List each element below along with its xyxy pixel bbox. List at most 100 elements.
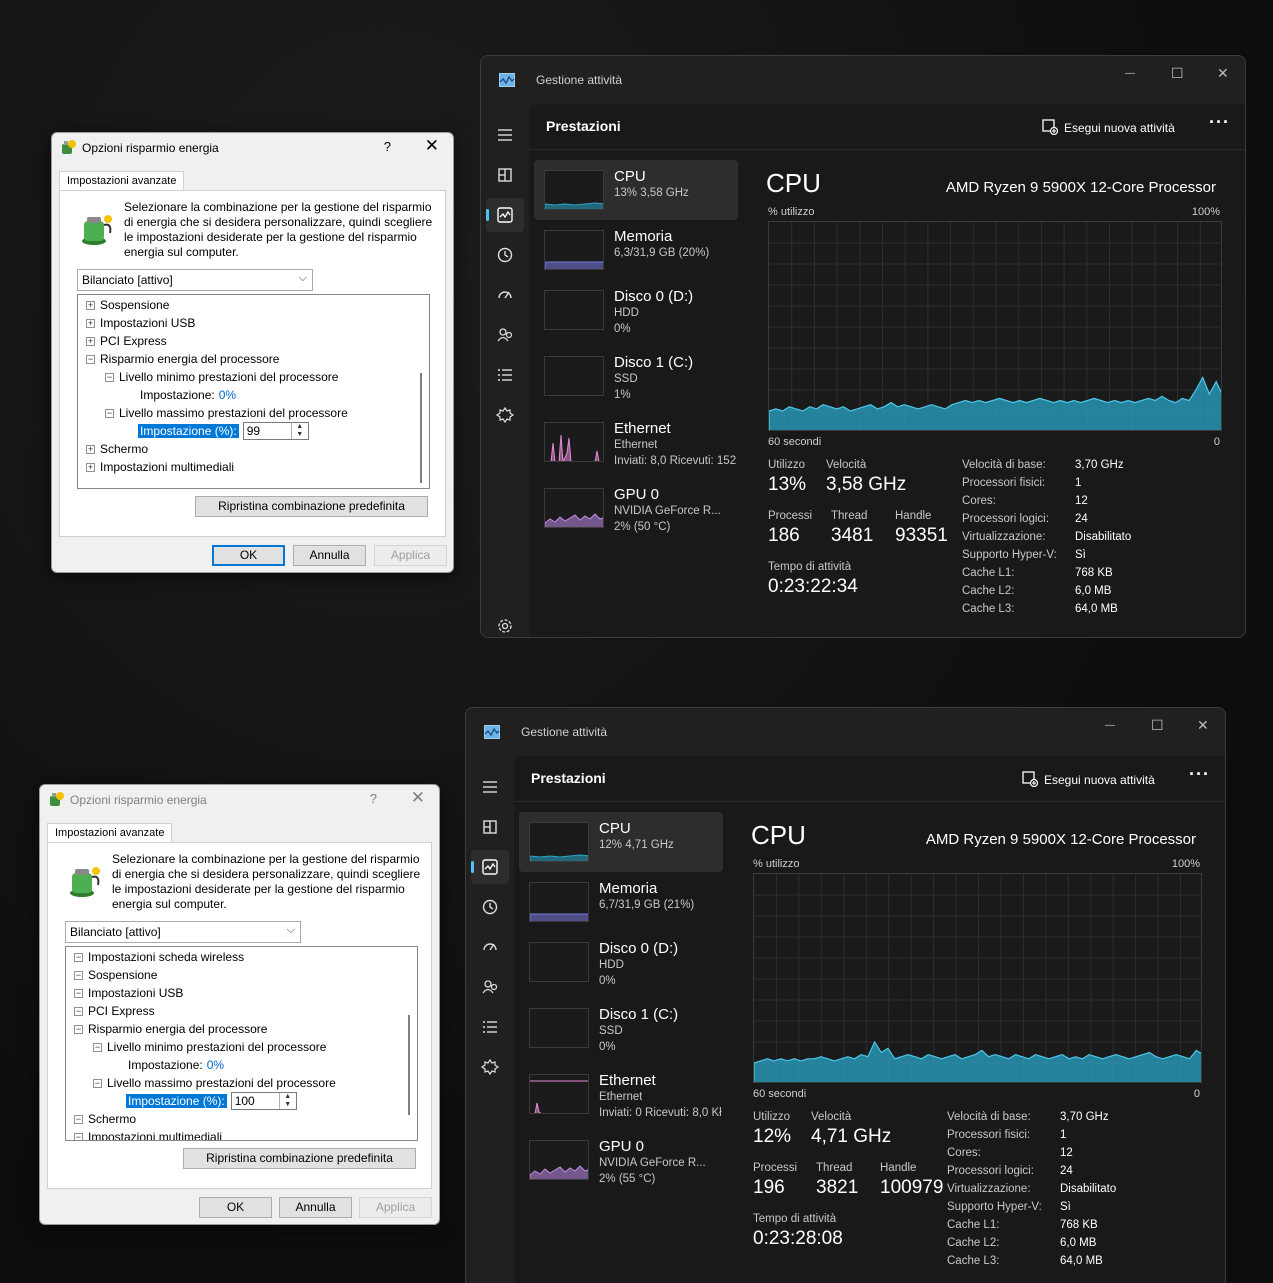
device-item[interactable]: Disco 1 (C:) SSD 1% <box>534 346 738 406</box>
tree-row[interactable]: − Livello minimo prestazioni del processo… <box>93 1038 326 1056</box>
tree-row[interactable]: − Livello massimo prestazioni del process… <box>105 404 348 422</box>
restore-defaults-button[interactable]: Ripristina combinazione predefinita <box>195 496 428 517</box>
close-button[interactable]: ✕ <box>425 136 439 156</box>
setting-value[interactable]: 0% <box>207 1058 224 1072</box>
collapse-icon[interactable]: − <box>74 989 83 998</box>
services-icon[interactable] <box>480 1058 500 1076</box>
device-item[interactable]: CPU 12% 4,71 GHz <box>519 812 723 872</box>
plan-dropdown[interactable]: Bilanciato [attivo] ⌵ <box>65 921 301 943</box>
titlebar[interactable]: Gestione attività — ☐ ✕ <box>466 708 1225 756</box>
startup-apps-icon[interactable] <box>496 286 514 304</box>
tree-row[interactable]: + Sospensione <box>86 296 169 314</box>
device-item[interactable]: Disco 0 (D:) HDD 0% <box>519 932 723 992</box>
tree-row[interactable]: − Schermo <box>74 1110 136 1128</box>
dialog-titlebar[interactable]: Opzioni risparmio energia ? ✕ <box>40 785 439 815</box>
setting-spinner[interactable]: 99 ▲ ▼ <box>242 422 309 440</box>
collapse-icon[interactable]: − <box>105 409 114 418</box>
hamburger-menu-icon[interactable] <box>481 778 499 796</box>
performance-icon[interactable] <box>486 206 514 224</box>
scrollbar-thumb[interactable] <box>420 373 422 483</box>
minimize-button[interactable]: — <box>1125 68 1135 79</box>
scrollbar-thumb[interactable] <box>408 1015 410 1115</box>
collapse-icon[interactable]: − <box>86 355 95 364</box>
tab-advanced-settings[interactable]: Impostazioni avanzate <box>59 171 185 191</box>
device-item[interactable]: Memoria 6,7/31,9 GB (21%) <box>519 872 723 932</box>
spinner-arrows-icon[interactable]: ▲ ▼ <box>278 1093 296 1109</box>
tree-row[interactable]: + Impostazioni USB <box>86 314 195 332</box>
collapse-icon[interactable]: − <box>74 971 83 980</box>
run-new-task-button[interactable]: Esegui nuova attività <box>1022 771 1155 788</box>
expand-icon[interactable]: + <box>86 445 95 454</box>
users-icon[interactable] <box>481 978 499 996</box>
device-item[interactable]: CPU 13% 3,58 GHz <box>534 160 738 220</box>
spinner-value[interactable]: 99 <box>247 423 260 439</box>
tree-row[interactable]: + PCI Express <box>86 332 167 350</box>
collapse-icon[interactable]: − <box>93 1043 102 1052</box>
collapse-icon[interactable]: − <box>74 953 83 962</box>
device-item[interactable]: Memoria 6,3/31,9 GB (20%) <box>534 220 738 280</box>
collapse-icon[interactable]: − <box>74 1115 83 1124</box>
more-options-button[interactable]: ··· <box>1189 764 1210 785</box>
device-item[interactable]: Ethernet Ethernet Inviati: 0 Ricevuti: 8,0… <box>519 1064 723 1124</box>
device-item[interactable]: GPU 0 NVIDIA GeForce R... 2% (50 °C) <box>534 478 738 538</box>
tree-row[interactable]: − PCI Express <box>74 1002 155 1020</box>
tree-row[interactable]: − Livello massimo prestazioni del process… <box>93 1074 336 1092</box>
setting-spinner[interactable]: 100 ▲ ▼ <box>230 1092 297 1110</box>
device-item[interactable]: Disco 1 (C:) SSD 0% <box>519 998 723 1058</box>
expand-icon[interactable]: + <box>86 463 95 472</box>
tree-row[interactable]: − Impostazioni multimediali <box>74 1128 222 1140</box>
collapse-icon[interactable]: − <box>74 1025 83 1034</box>
tree-row[interactable]: − Impostazioni scheda wireless <box>74 948 244 966</box>
tree-scrollbar[interactable] <box>413 295 429 488</box>
ok-button[interactable]: OK <box>212 545 285 566</box>
setting-value[interactable]: 0% <box>219 388 236 402</box>
device-item[interactable]: Disco 0 (D:) HDD 0% <box>534 280 738 340</box>
processes-icon[interactable] <box>496 166 514 184</box>
maximize-button[interactable]: ☐ <box>1151 717 1164 734</box>
apply-button[interactable]: Applica <box>359 1197 432 1218</box>
tree-row[interactable]: Impostazione (%): 99 ▲ ▼ <box>138 422 309 440</box>
tree-row[interactable]: Impostazione: 0% <box>140 386 236 404</box>
expand-icon[interactable]: + <box>86 337 95 346</box>
tree-row[interactable]: Impostazione: 0% <box>128 1056 224 1074</box>
help-button[interactable]: ? <box>370 791 377 806</box>
users-icon[interactable] <box>496 326 514 344</box>
tree-scrollbar[interactable] <box>401 947 417 1140</box>
collapse-icon[interactable]: − <box>74 1007 83 1016</box>
device-item[interactable]: Ethernet Ethernet Inviati: 8,0 Ricevuti: 1… <box>534 412 738 472</box>
collapse-icon[interactable]: − <box>74 1133 83 1140</box>
apply-button[interactable]: Applica <box>374 545 447 566</box>
tree-row[interactable]: Impostazione (%): 100 ▲ ▼ <box>126 1092 297 1110</box>
collapse-icon[interactable]: − <box>105 373 114 382</box>
device-item[interactable]: GPU 0 NVIDIA GeForce R... 2% (55 °C) <box>519 1130 723 1190</box>
services-icon[interactable] <box>495 406 515 424</box>
titlebar[interactable]: Gestione attività — ☐ ✕ <box>481 56 1245 104</box>
tree-row[interactable]: + Impostazioni multimediali <box>86 458 234 476</box>
app-history-icon[interactable] <box>496 246 514 264</box>
close-button[interactable]: ✕ <box>1197 717 1209 734</box>
settings-icon[interactable] <box>496 617 514 635</box>
close-button[interactable]: ✕ <box>1217 65 1229 82</box>
tree-row[interactable]: + Schermo <box>86 440 148 458</box>
expand-icon[interactable]: + <box>86 301 95 310</box>
details-icon[interactable] <box>481 1018 499 1036</box>
startup-apps-icon[interactable] <box>481 938 499 956</box>
performance-icon[interactable] <box>471 858 499 876</box>
tab-advanced-settings[interactable]: Impostazioni avanzate <box>47 823 173 843</box>
tree-row[interactable]: − Livello minimo prestazioni del processo… <box>105 368 338 386</box>
ok-button[interactable]: OK <box>199 1197 272 1218</box>
collapse-icon[interactable]: − <box>93 1079 102 1088</box>
maximize-button[interactable]: ☐ <box>1171 65 1184 82</box>
app-history-icon[interactable] <box>481 898 499 916</box>
tree-row[interactable]: − Sospensione <box>74 966 157 984</box>
settings-tree[interactable]: + Sospensione + Impostazioni USB + PCI Expres… <box>77 294 430 489</box>
hamburger-menu-icon[interactable] <box>496 126 514 144</box>
expand-icon[interactable]: + <box>86 319 95 328</box>
settings-tree[interactable]: − Impostazioni scheda wireless − Sospension… <box>65 946 418 1141</box>
cancel-button[interactable]: Annulla <box>293 545 366 566</box>
spinner-arrows-icon[interactable]: ▲ ▼ <box>290 423 308 439</box>
run-new-task-button[interactable]: Esegui nuova attività <box>1042 119 1175 136</box>
spinner-value[interactable]: 100 <box>235 1093 255 1109</box>
dialog-titlebar[interactable]: Opzioni risparmio energia ? ✕ <box>52 133 453 163</box>
cancel-button[interactable]: Annulla <box>279 1197 352 1218</box>
